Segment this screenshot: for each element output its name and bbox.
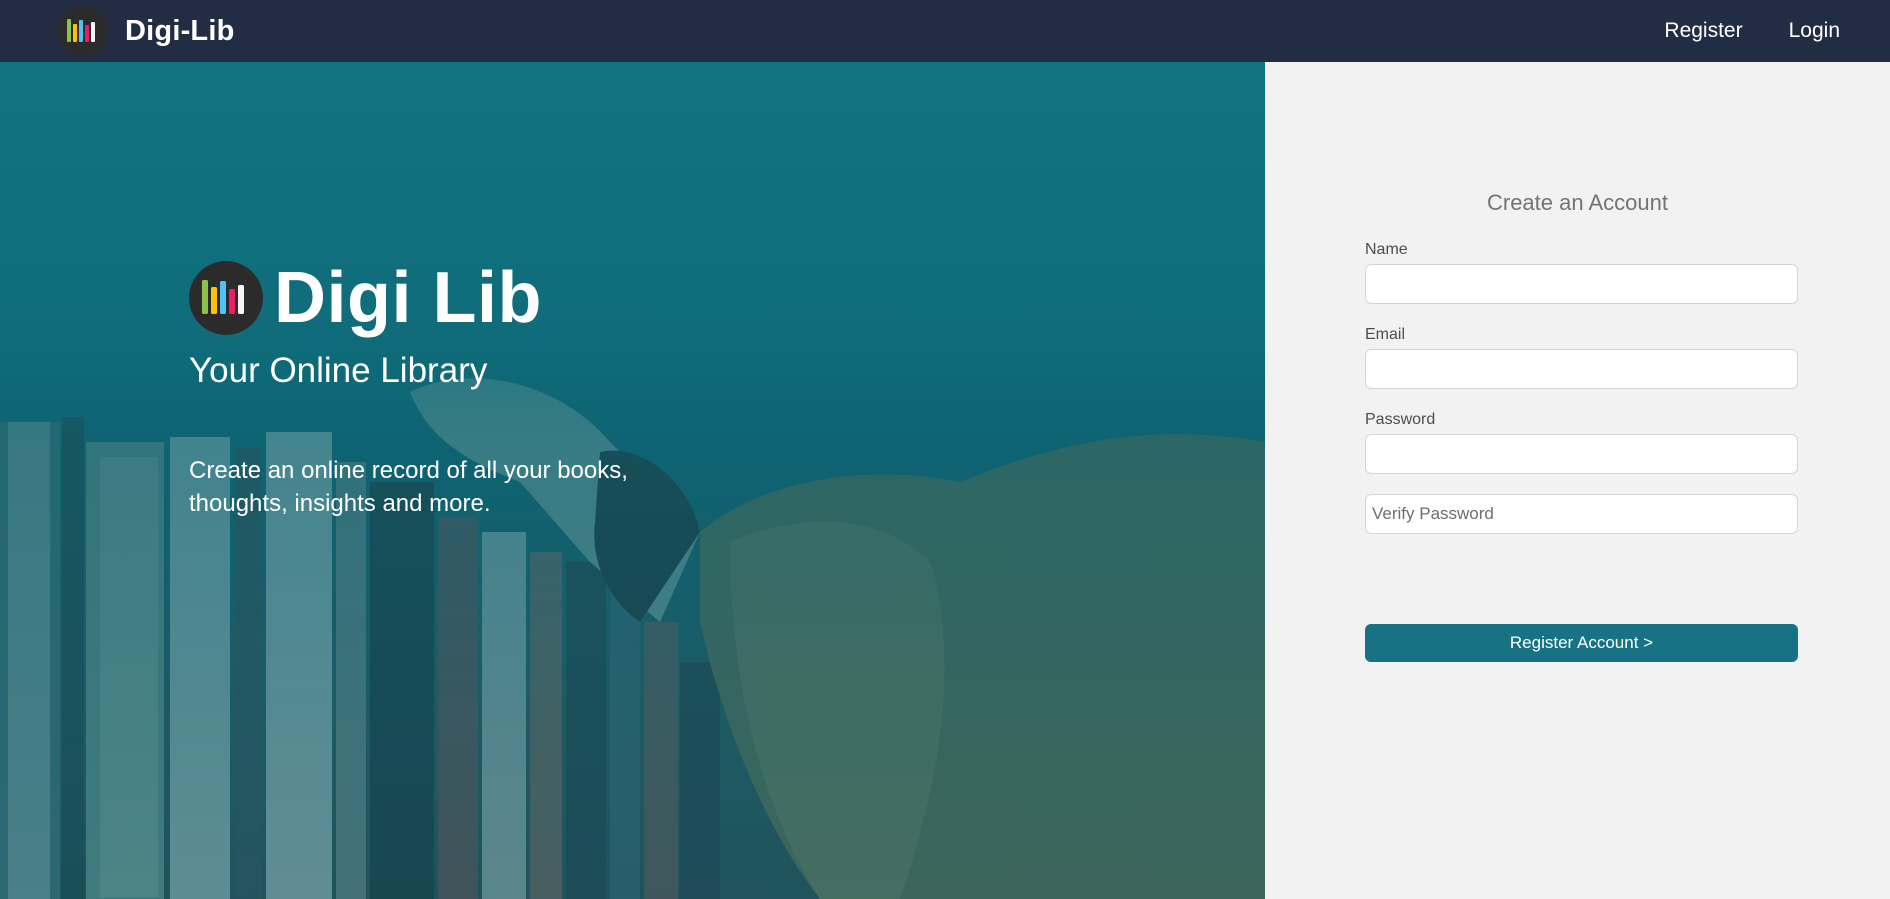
hero-subtitle: Your Online Library xyxy=(189,351,488,390)
email-field[interactable] xyxy=(1365,349,1798,389)
hero-description: Create an online record of all your book… xyxy=(189,457,628,517)
hero-title: Digi Lib xyxy=(274,258,542,338)
brand-link[interactable]: Digi-Lib xyxy=(58,6,235,56)
verify-password-field[interactable] xyxy=(1365,494,1798,534)
bar-chart-logo-icon xyxy=(189,261,263,335)
register-panel: Create an Account Name Email Password Re… xyxy=(1265,62,1890,899)
nav-login-link[interactable]: Login xyxy=(1789,19,1840,43)
password-field[interactable] xyxy=(1365,434,1798,474)
nav-links: Register Login xyxy=(1618,0,1840,62)
nav-register-link[interactable]: Register xyxy=(1664,19,1742,43)
hero-section: Digi Lib Your Online Library Create an o… xyxy=(0,62,1265,899)
hero-title-row: Digi Lib xyxy=(189,261,542,335)
top-navbar: Digi-Lib Register Login xyxy=(0,0,1890,62)
bar-chart-logo-icon xyxy=(58,6,108,56)
brand-name: Digi-Lib xyxy=(125,14,235,47)
password-label: Password xyxy=(1365,411,1436,428)
form-title: Create an Account xyxy=(1486,190,1668,215)
email-label: Email xyxy=(1365,326,1406,343)
register-account-button[interactable]: Register Account > xyxy=(1365,624,1798,662)
name-field[interactable] xyxy=(1365,264,1798,304)
name-label: Name xyxy=(1365,241,1408,258)
